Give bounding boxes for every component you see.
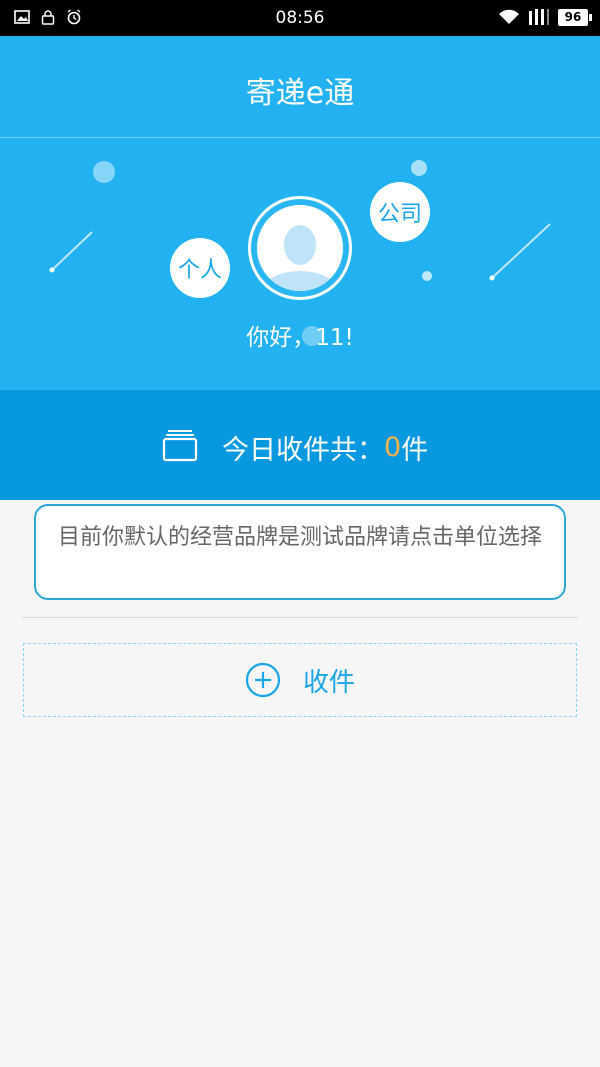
wifi-icon: [499, 9, 519, 24]
user-avatar-icon: [257, 205, 343, 291]
greeting-text: 你好，11!: [246, 325, 354, 351]
brand-toast: 目前你默认的经营品牌是测试品牌请点击单位选择: [34, 504, 566, 600]
avatar[interactable]: [248, 196, 352, 300]
avatar-image: [257, 205, 343, 291]
receive-button[interactable]: 收件: [23, 643, 577, 717]
inbox-icon: [162, 428, 198, 462]
receive-label: 收件: [302, 667, 355, 698]
today-count-suffix: 件: [401, 435, 429, 466]
plus-circle-icon: [245, 662, 281, 698]
app-header: 寄递e通: [0, 36, 600, 138]
status-icons-right: 96: [498, 8, 592, 26]
battery-indicator: 96: [558, 8, 592, 26]
person-label: 个人: [177, 258, 222, 283]
page-title: 寄递e通: [245, 76, 355, 111]
today-count-value: 0: [384, 432, 402, 463]
today-summary: 今日收件共： 0 件: [0, 390, 600, 500]
app-screen: 08:56 96 寄递e通 公司 个人 你好，11! 今日收件共： 0 件 收件…: [0, 0, 600, 1067]
person-button[interactable]: 个人: [170, 238, 230, 298]
divider: [22, 617, 578, 618]
profile-hero: 公司 个人 你好，11!: [0, 138, 600, 390]
today-count-text: 今日收件共： 0 件: [222, 428, 428, 467]
company-label: 公司: [377, 202, 422, 227]
status-bar: 08:56 96: [0, 0, 600, 36]
signal-icon: [529, 9, 549, 25]
today-count-prefix: 今日收件共：: [222, 435, 384, 466]
company-button[interactable]: 公司: [370, 182, 430, 242]
